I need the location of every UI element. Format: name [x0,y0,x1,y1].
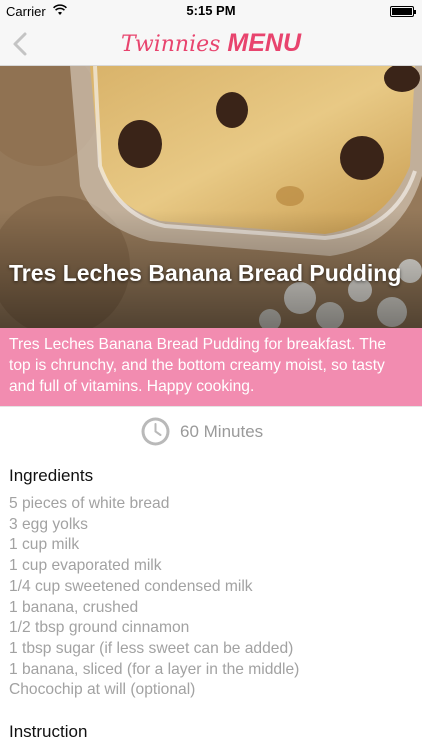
app-logo-title: Twinnies MENU [0,28,422,60]
recipe-description: Tres Leches Banana Bread Pudding for bre… [0,328,422,406]
clock-icon [141,417,170,446]
instruction-heading: Instruction [9,722,88,741]
ingredient-item: 3 egg yolks [9,515,88,533]
logo-text-twinnies: Twinnies [120,32,221,57]
divider [0,406,422,407]
ingredient-item: 1/2 tbsp ground cinnamon [9,619,190,637]
ingredient-item: 1/4 cup sweetened condensed milk [9,577,253,595]
ingredient-item: 1 cup evaporated milk [9,557,162,575]
status-bar: Carrier 5:15 PM [0,0,422,22]
ingredient-item: Chocochip at will (optional) [9,681,196,699]
cooking-time-row: 60 Minutes [0,414,422,448]
ingredient-item: 1 banana, crushed [9,598,139,616]
ingredient-item: 1 tbsp sugar (if less sweet can be added… [9,639,294,657]
recipe-hero-image: Tres Leches Banana Bread Pudding [0,66,422,328]
ingredients-heading: Ingredients [9,466,94,485]
ingredient-item: 5 pieces of white bread [9,495,170,512]
ingredient-item: 1 banana, sliced (for a layer in the mid… [9,660,300,678]
navigation-bar: Twinnies MENU [0,22,422,66]
battery-icon [390,6,416,17]
cooking-time-label: 60 Minutes [180,422,264,441]
ingredient-item: 1 cup milk [9,536,80,554]
recipe-title: Tres Leches Banana Bread Pudding [9,260,402,286]
pudding-photo [0,66,422,328]
ingredients-list: 5 pieces of white bread 3 egg yolks 1 cu… [9,494,299,701]
logo-text-menu: MENU [227,29,301,57]
status-time: 5:15 PM [186,3,236,18]
